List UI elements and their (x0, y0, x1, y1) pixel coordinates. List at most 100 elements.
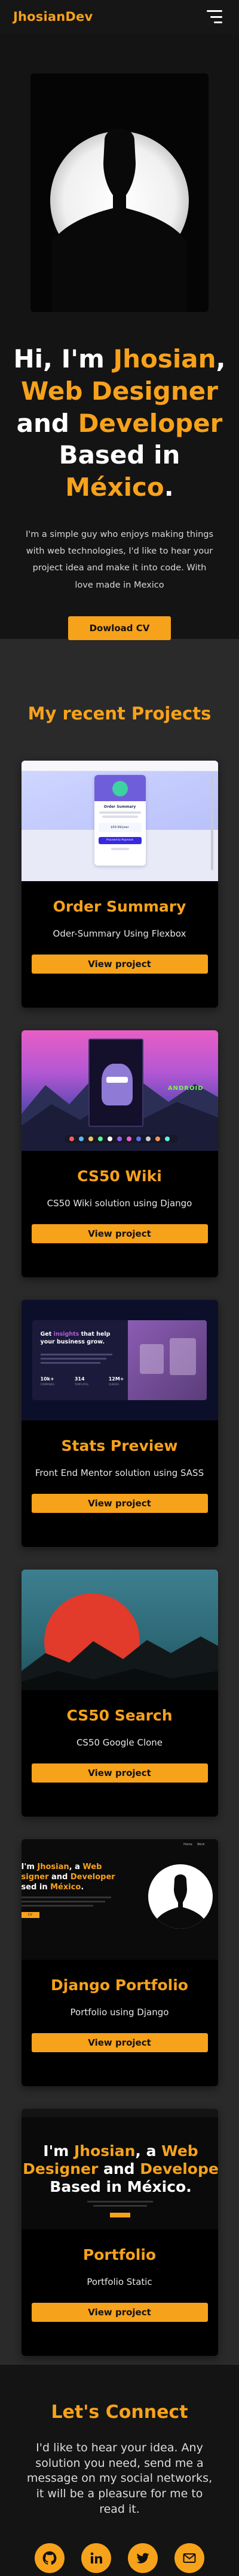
projects-heading: My recent Projects (27, 703, 212, 724)
hero-role-developer: Developer (78, 408, 223, 438)
project-card: I'm Jhosian, a Web Designer and Develope… (21, 2109, 218, 2356)
project-title: CS50 Wiki (77, 1167, 162, 1185)
stats-mock-stat: 12M+ QUERIES (109, 1376, 124, 1386)
mock-heading: I'm Jhosian, a Web Designer and Develope… (22, 2142, 218, 2196)
mock-navbar (21, 2109, 218, 2117)
stats-mock-card: Get insights that help your business gro… (32, 1320, 207, 1400)
stats-mock-line (40, 1362, 100, 1364)
dock-app-icon (69, 1136, 74, 1141)
connect-heading: Let's Connect (51, 2402, 188, 2423)
mock-nav-item: Home (183, 1843, 192, 1846)
view-project-button[interactable]: View project (31, 2303, 208, 2322)
project-card-body: Stats Preview Front End Mentor solution … (22, 1420, 218, 1547)
mock-heading-text: , a (135, 2142, 162, 2160)
mock-heading-text: and (98, 2160, 140, 2177)
view-project-button[interactable]: View project (31, 955, 208, 974)
mock-heading: I'm Jhosian, a Web signer and Developer … (22, 1862, 115, 1892)
illustration-figure (112, 781, 128, 796)
project-card: ANDROID CS50 Wiki CS50 Wiki solution usi… (21, 1030, 218, 1277)
stats-mock-label: QUERIES (108, 1383, 120, 1386)
project-title: Order Summary (53, 898, 186, 915)
linkedin-icon (90, 2552, 102, 2564)
mock-profile-circle (148, 1864, 213, 1929)
social-links (0, 2543, 239, 2574)
mock-heading-text: and (48, 1873, 71, 1882)
hero-heading-text: Based in (59, 440, 180, 470)
stats-mock-numbers: 10k+ COMPANIES 314 TEMPLATES 12M+ QUERIE… (41, 1376, 124, 1386)
mock-payment-button: Proceed to Payment (98, 837, 142, 844)
project-thumbnail-stats-preview[interactable]: Get insights that help your business gro… (21, 1300, 218, 1420)
twitter-icon (136, 2553, 149, 2563)
dock-app-icon (136, 1136, 141, 1141)
hero-heading-text: Hi, I'm (13, 344, 114, 373)
connect-section: Let's Connect I'd like to hear your idea… (0, 2365, 239, 2576)
mock-heading-text: Based in México. (50, 2178, 192, 2195)
project-description: Portfolio Static (87, 2277, 152, 2287)
github-link[interactable] (35, 2543, 65, 2574)
hero-role-web-designer: Web Designer (21, 376, 218, 406)
mock-heading-highlight: Web (161, 2142, 198, 2160)
stats-mock-value: 314 (74, 1376, 85, 1382)
twitter-link[interactable] (128, 2543, 158, 2574)
mock-cv-button (109, 2213, 130, 2217)
email-link[interactable] (174, 2543, 204, 2574)
mock-text-line (102, 816, 138, 818)
stats-mock-line (40, 1358, 106, 1360)
github-icon (42, 2551, 57, 2565)
mock-heading-text: I'm (21, 1862, 38, 1871)
view-project-button[interactable]: View project (31, 1224, 208, 1243)
project-thumbnail-django-portfolio[interactable]: Home Work I'm Jhosian, a Web signer and … (21, 1839, 218, 1960)
stats-mock-stat: 10k+ COMPANIES (41, 1376, 55, 1386)
hero-heading-text: and (16, 408, 78, 438)
linkedin-link[interactable] (81, 2543, 111, 2574)
mock-plan: $59.99/year (98, 823, 142, 832)
project-list: Order Summary $59.99/year Proceed to Pay… (0, 761, 239, 2356)
view-project-button[interactable]: View project (31, 2033, 208, 2052)
mock-heading-highlight: Web (82, 1862, 102, 1871)
project-card-body: Django Portfolio Portfolio using Django … (22, 1960, 218, 2086)
stats-mock-highlight: insights (53, 1331, 79, 1338)
mock-text-line (21, 1901, 105, 1902)
mock-text-line (99, 811, 141, 814)
top-navbar: JhosianDev (0, 0, 239, 33)
project-thumbnail-order-summary[interactable]: Order Summary $59.99/year Proceed to Pay… (21, 761, 218, 881)
project-description: Portfolio using Django (70, 2007, 169, 2018)
projects-section: My recent Projects Order Summary $59.99/… (0, 639, 239, 2365)
dock-app-icon (126, 1136, 131, 1141)
project-card-body: CS50 Wiki CS50 Wiki solution using Djang… (22, 1151, 218, 1277)
profile-portrait (30, 73, 209, 312)
hero-description: I'm a simple guy who enjoys making thing… (25, 529, 214, 590)
mock-heading-highlight: Develope (140, 2160, 218, 2177)
download-cv-button[interactable]: Dowload CV (68, 616, 171, 640)
hero-name-highlight: Jhosian (113, 344, 216, 373)
mock-text-line (21, 1905, 93, 1907)
stats-mock-stat: 314 TEMPLATES (75, 1376, 88, 1386)
mock-heading-highlight: Jhosian (37, 1862, 69, 1871)
dock-app-icon (155, 1136, 160, 1141)
dock-app-icon (97, 1136, 103, 1141)
android-sign: ANDROID (167, 1085, 204, 1092)
project-thumbnail-portfolio[interactable]: I'm Jhosian, a Web Designer and Develope… (21, 2109, 218, 2229)
project-description: CS50 Wiki solution using Django (47, 1198, 192, 1209)
project-title: Django Portfolio (51, 1976, 188, 1994)
menu-line (214, 21, 222, 23)
photo-figure (169, 1338, 196, 1375)
mock-heading-text: I'm (43, 2142, 74, 2160)
stats-mock-label: TEMPLATES (74, 1383, 88, 1386)
robot-teeth (106, 1077, 128, 1083)
dock-bar (64, 1135, 178, 1143)
project-description: Front End Mentor solution using SASS (35, 1468, 204, 1478)
mock-heading-highlight: Jhosian (73, 2142, 136, 2160)
view-project-button[interactable]: View project (31, 1494, 208, 1513)
project-thumbnail-cs50-search[interactable] (21, 1570, 218, 1690)
site-logo[interactable]: JhosianDev (13, 10, 93, 24)
mock-heading-text: sed in (21, 1883, 51, 1892)
hero-section: Hi, I'm Jhosian, Web Designer and Develo… (0, 33, 239, 640)
project-card: Home Work I'm Jhosian, a Web signer and … (21, 1839, 218, 2086)
hero-place-highlight: México (65, 472, 164, 502)
project-thumbnail-cs50-wiki[interactable]: ANDROID (21, 1030, 218, 1151)
view-project-button[interactable]: View project (31, 1763, 208, 1783)
hamburger-menu-icon[interactable] (206, 10, 222, 23)
hero-heading: Hi, I'm Jhosian, Web Designer and Develo… (0, 343, 239, 504)
mock-heading-text: . (81, 1883, 84, 1892)
